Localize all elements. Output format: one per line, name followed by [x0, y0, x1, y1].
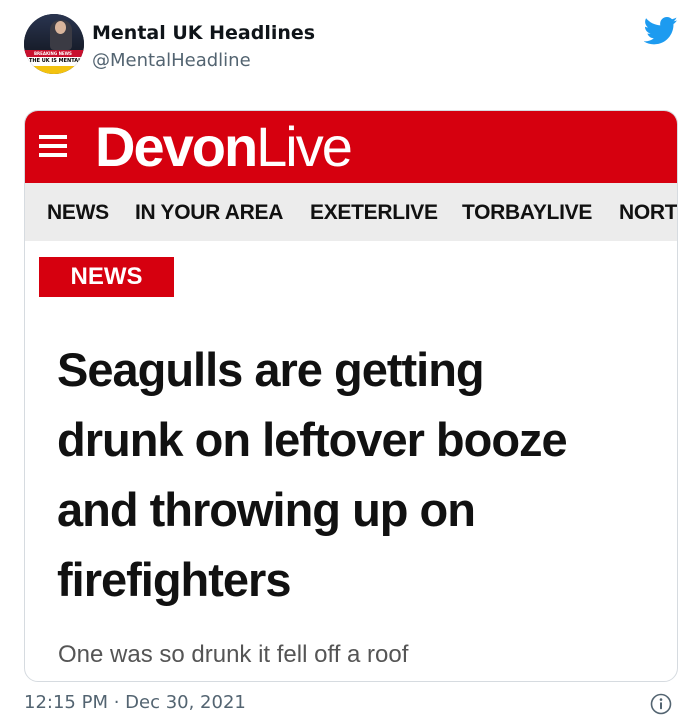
devonlive-logo[interactable]: DevonLive — [95, 115, 353, 179]
user-handle[interactable]: @MentalHeadline — [92, 50, 251, 71]
headline-line: drunk on leftover booze — [57, 413, 568, 466]
twitter-bird-icon[interactable] — [644, 16, 678, 46]
section-nav: NEWS IN YOUR AREA EXETERLIVE TORBAYLIVE … — [25, 183, 677, 241]
article-screenshot[interactable]: DevonLive NEWS IN YOUR AREA EXETERLIVE T… — [24, 110, 678, 682]
nav-item-exeterlive[interactable]: EXETERLIVE — [310, 201, 438, 225]
nav-item-in-your-area[interactable]: IN YOUR AREA — [135, 201, 283, 225]
avatar-caption-text: THE UK IS MENTAL — [29, 58, 82, 64]
headline-line: firefighters — [57, 553, 292, 606]
tweet-card: BREAKING NEWS THE UK IS MENTAL Mental UK… — [0, 0, 700, 726]
logo-light-text: Live — [256, 115, 353, 178]
article-standfirst: One was so drunk it fell off a roof — [58, 641, 409, 668]
headline-line: and throwing up on — [57, 483, 476, 536]
display-name[interactable]: Mental UK Headlines — [92, 22, 315, 44]
headline-line: Seagulls are getting — [57, 343, 485, 396]
tweet-timestamp[interactable]: 12:15 PM · Dec 30, 2021 — [24, 692, 246, 713]
nav-item-torbaylive[interactable]: TORBAYLIVE — [462, 201, 592, 225]
avatar-breaking-text: BREAKING NEWS — [34, 51, 72, 56]
brand-header: DevonLive — [25, 111, 677, 183]
nav-item-news[interactable]: NEWS — [47, 201, 109, 225]
section-badge[interactable]: NEWS — [39, 257, 174, 297]
info-icon[interactable] — [650, 693, 672, 715]
avatar[interactable]: BREAKING NEWS THE UK IS MENTAL — [24, 14, 84, 74]
avatar-face — [55, 21, 66, 34]
avatar-yellow-strip — [24, 66, 84, 74]
logo-strong-text: Devon — [95, 115, 258, 178]
hamburger-menu-icon[interactable] — [39, 135, 67, 159]
nav-item-nort[interactable]: NORT — [619, 201, 677, 225]
article-headline[interactable]: Seagulls are getting drunk on leftover b… — [57, 335, 657, 615]
